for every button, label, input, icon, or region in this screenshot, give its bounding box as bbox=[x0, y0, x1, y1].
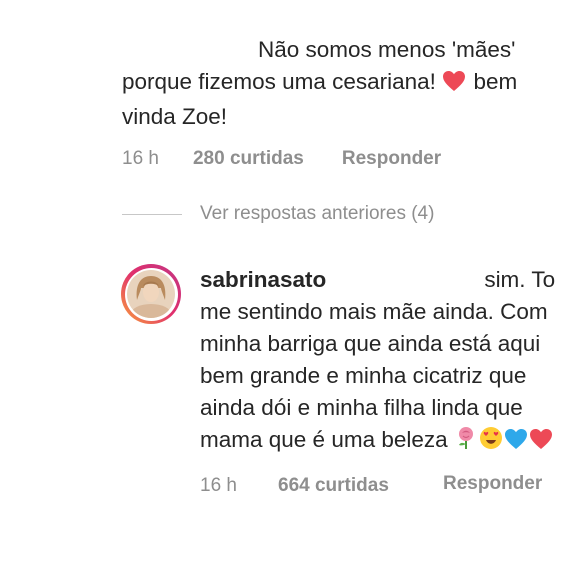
avatar-photo bbox=[127, 270, 175, 318]
top-comment-line1: Não somos menos 'mães' bbox=[258, 37, 516, 62]
top-comment-meta: 16 h 280 curtidas Responder bbox=[122, 148, 574, 170]
red-heart-icon bbox=[442, 69, 466, 101]
view-replies-label[interactable]: Ver respostas anteriores (4) bbox=[200, 203, 434, 225]
comment-time: 16 h bbox=[122, 148, 159, 169]
red-heart-icon bbox=[529, 427, 553, 459]
top-comment: Não somos menos 'mães' porque fizemos um… bbox=[122, 34, 574, 170]
avatar[interactable] bbox=[121, 264, 181, 324]
reply-body: To me sentindo mais mãe ainda. Com minha… bbox=[200, 267, 556, 452]
replies-divider-line bbox=[122, 213, 182, 215]
top-comment-line2: porque fizemos uma cesariana! bbox=[122, 69, 436, 94]
reply-button[interactable]: Responder bbox=[342, 148, 441, 170]
rose-icon bbox=[454, 426, 478, 459]
username-link[interactable]: sabrinasato bbox=[200, 267, 326, 292]
avatar-ring bbox=[124, 267, 178, 321]
reply-button[interactable]: Responder bbox=[443, 471, 551, 497]
likes-count-link[interactable]: 280 curtidas bbox=[193, 148, 304, 170]
view-previous-replies[interactable]: Ver respostas anteriores (4) bbox=[122, 203, 434, 225]
reply-comment-text: sabrinasato sim. To me sentindo mais mãe … bbox=[200, 264, 578, 459]
reply-comment-meta: 16 h 664 curtidas Responder bbox=[200, 473, 578, 497]
blue-heart-icon bbox=[504, 427, 528, 459]
likes-count-link[interactable]: 664 curtidas bbox=[278, 475, 443, 497]
heart-eyes-icon bbox=[479, 426, 503, 459]
comment-time: 16 h bbox=[200, 475, 237, 496]
reply-first-word: sim. bbox=[484, 267, 526, 292]
reply-comment: sabrinasato sim. To me sentindo mais mãe … bbox=[200, 264, 578, 497]
top-comment-text: Não somos menos 'mães' porque fizemos um… bbox=[122, 34, 574, 133]
